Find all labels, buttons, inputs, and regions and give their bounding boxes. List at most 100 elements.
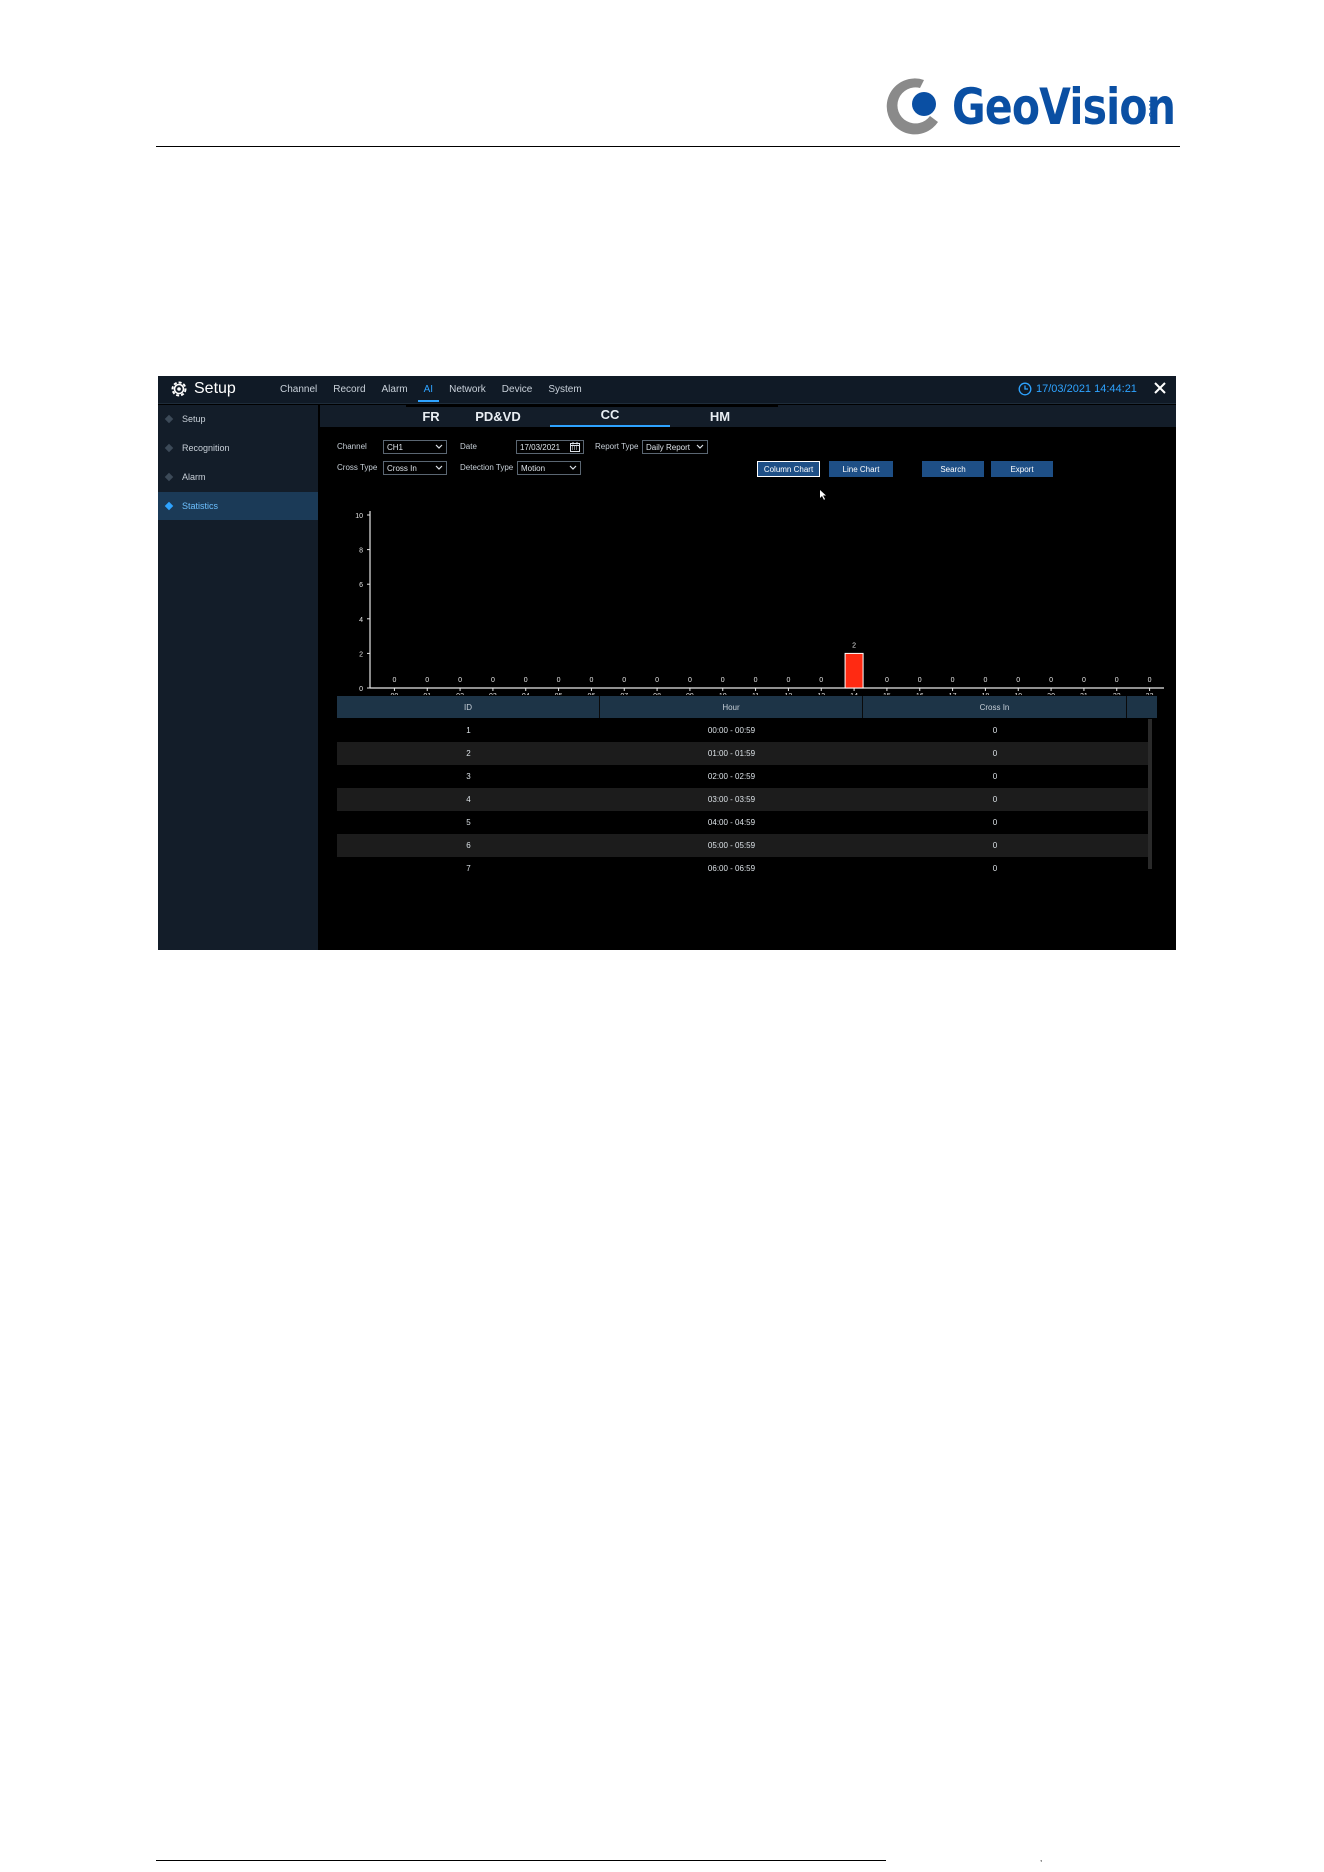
data-label: 0 (951, 677, 955, 684)
cell-id: 3 (466, 772, 471, 781)
setup-title: Setup (170, 380, 236, 398)
top-bar: Setup Channel Record Alarm AI Network De… (158, 376, 1176, 404)
table-header: ID Hour Cross In (337, 696, 1157, 718)
x-tick-label: 08 (653, 693, 661, 695)
table-row[interactable]: 4 03:00 - 03:59 0 (337, 788, 1149, 811)
data-label: 0 (1148, 677, 1152, 684)
x-tick-label: 16 (916, 693, 924, 695)
x-tick-label: 19 (1014, 693, 1022, 695)
data-label: 0 (819, 677, 823, 684)
cell-hour: 04:00 - 04:59 (707, 818, 756, 827)
sidebar-item-alarm[interactable]: Alarm (158, 463, 318, 491)
y-tick-label: 2 (359, 651, 363, 658)
cell-cross-in: 0 (992, 818, 998, 827)
data-label: 0 (491, 677, 495, 684)
table-scrollbar[interactable] (1148, 719, 1152, 869)
x-tick-label: 23 (1146, 693, 1154, 695)
data-label: 0 (983, 677, 987, 684)
cell-id: 7 (466, 864, 471, 873)
cell-cross-in: 0 (992, 726, 998, 735)
close-button[interactable] (1152, 380, 1168, 398)
diamond-icon (164, 414, 174, 424)
brand-suffix: inc (1146, 100, 1160, 119)
sidebar: Setup Recognition Alarm Statistics (158, 405, 318, 950)
x-tick-label: 09 (686, 693, 694, 695)
data-label: 0 (721, 677, 725, 684)
x-tick-label: 18 (982, 693, 990, 695)
x-tick-label: 01 (423, 693, 431, 695)
x-tick-label: 00 (391, 693, 399, 695)
main-menu: Channel Record Alarm AI Network Device S… (272, 384, 590, 402)
cell-cross-in: 0 (992, 772, 998, 781)
column-header-hour[interactable]: Hour (600, 696, 863, 718)
x-tick-label: 05 (555, 693, 563, 695)
menu-channel[interactable]: Channel (272, 384, 325, 395)
data-label: 0 (754, 677, 758, 684)
geovision-logo-mark (886, 78, 938, 135)
x-tick-label: 21 (1080, 693, 1088, 695)
nvr-setup-screenshot: Setup Channel Record Alarm AI Network De… (158, 376, 1176, 950)
y-tick-label: 8 (359, 548, 363, 555)
menu-record[interactable]: Record (325, 384, 373, 395)
table-row[interactable]: 3 02:00 - 02:59 0 (337, 765, 1149, 788)
cell-id: 1 (466, 726, 471, 735)
diamond-icon (164, 501, 174, 511)
menu-device[interactable]: Device (494, 384, 541, 395)
clock: 17/03/2021 14:44:21 (1018, 382, 1137, 396)
cell-id: 2 (466, 749, 471, 758)
table-row[interactable]: 2 01:00 - 01:59 0 (337, 742, 1149, 765)
table-row[interactable]: 7 06:00 - 06:59 0 (337, 857, 1149, 880)
table-row[interactable]: 1 00:00 - 00:59 0 (337, 719, 1149, 742)
main-panel: FR PD&VD CC HM Channel CH1 Date 17/03/20… (320, 405, 1176, 950)
cell-cross-in: 0 (992, 749, 998, 758)
table-row[interactable]: 5 04:00 - 04:59 0 (337, 811, 1149, 834)
cross-count-column-chart: 0246810000010020030040050060070080090100… (355, 511, 1164, 695)
sidebar-item-label: Recognition (182, 443, 230, 453)
x-tick-label: 04 (522, 693, 530, 695)
data-label: 0 (392, 677, 396, 684)
cell-hour: 02:00 - 02:59 (707, 772, 756, 781)
data-label: 0 (458, 677, 462, 684)
y-tick-label: 6 (359, 582, 363, 589)
x-tick-label: 02 (456, 693, 464, 695)
x-tick-label: 11 (752, 693, 759, 695)
x-tick-label: 14 (850, 693, 858, 695)
cell-hour: 01:00 - 01:59 (707, 749, 756, 758)
x-tick-label: 15 (883, 693, 891, 695)
data-label: 0 (589, 677, 593, 684)
cell-hour: 00:00 - 00:59 (707, 726, 756, 735)
y-tick-label: 0 (359, 686, 363, 693)
menu-system[interactable]: System (540, 384, 589, 395)
menu-ai[interactable]: AI (416, 384, 441, 402)
cell-id: 5 (466, 818, 471, 827)
sidebar-item-statistics[interactable]: Statistics (158, 492, 318, 520)
sidebar-item-recognition[interactable]: Recognition (158, 434, 318, 462)
cell-cross-in: 0 (992, 795, 998, 804)
data-label: 0 (1049, 677, 1053, 684)
menu-alarm[interactable]: Alarm (374, 384, 416, 395)
column-header-cross-in[interactable]: Cross In (863, 696, 1127, 718)
sidebar-item-label: Alarm (182, 472, 206, 482)
geovision-logo: GeoVision inc (880, 70, 1180, 150)
data-label: 0 (1082, 677, 1086, 684)
mouse-cursor-icon (820, 490, 826, 500)
column-header-id[interactable]: ID (337, 696, 600, 718)
app-title: Setup (194, 380, 236, 397)
x-tick-label: 07 (620, 693, 628, 695)
cell-cross-in: 0 (992, 841, 998, 850)
column-header-spacer (1127, 696, 1157, 718)
footer-rule (156, 1860, 886, 1861)
x-tick-label: 22 (1113, 693, 1121, 695)
data-label: 0 (1016, 677, 1020, 684)
x-tick-label: 12 (785, 693, 793, 695)
x-tick-label: 03 (489, 693, 497, 695)
menu-network[interactable]: Network (441, 384, 494, 395)
data-label: 0 (688, 677, 692, 684)
bar (844, 652, 864, 689)
table-row[interactable]: 6 05:00 - 05:59 0 (337, 834, 1149, 857)
cell-hour: 05:00 - 05:59 (707, 841, 756, 850)
cell-hour: 03:00 - 03:59 (707, 795, 756, 804)
x-tick-label: 20 (1047, 693, 1055, 695)
sidebar-item-setup[interactable]: Setup (158, 405, 318, 433)
brand-name: GeoVision (952, 78, 1176, 136)
